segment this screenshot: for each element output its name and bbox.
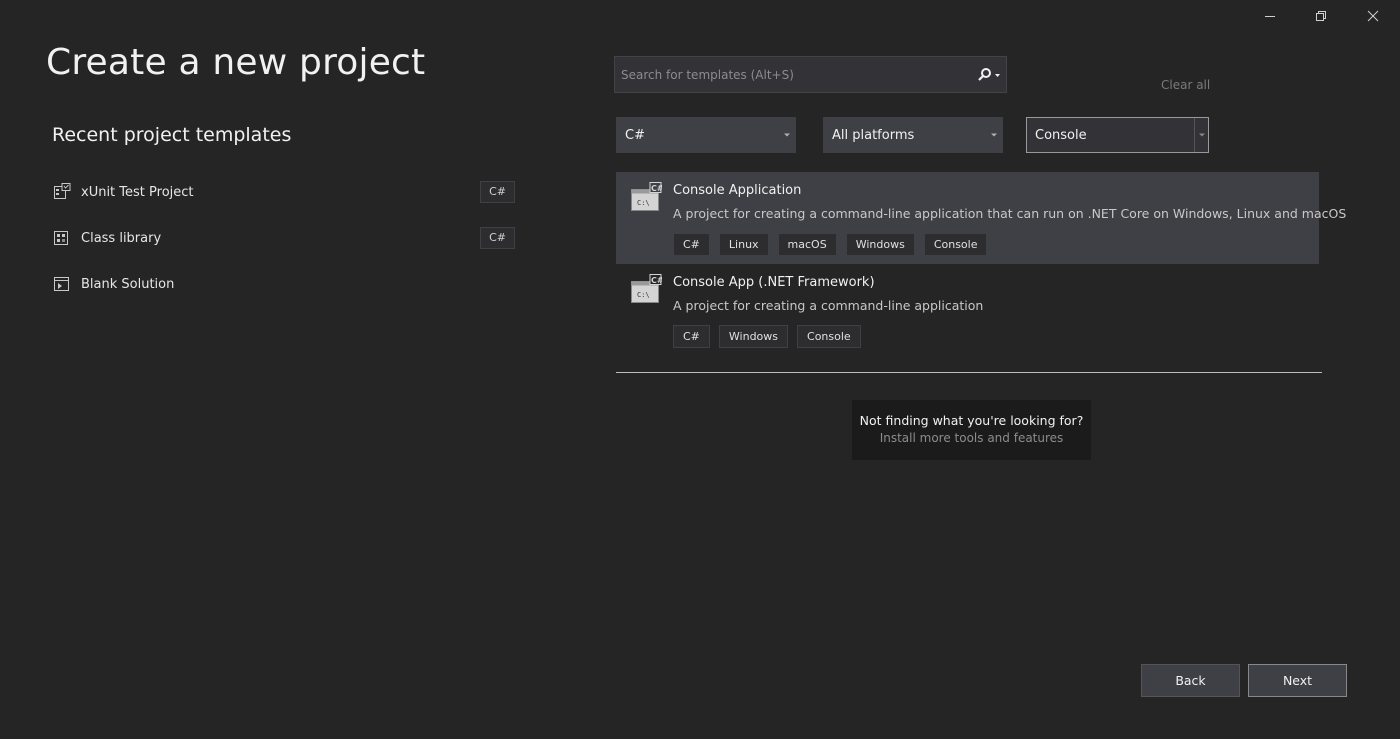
template-console-application[interactable]: C:\ C# Console Application A project for… xyxy=(616,172,1346,264)
recent-item-blank-solution[interactable]: Blank Solution xyxy=(52,269,515,299)
not-finding-panel: Not finding what you're looking for? Ins… xyxy=(852,400,1091,460)
recent-item-label: Blank Solution xyxy=(81,276,175,292)
recent-templates-heading: Recent project templates xyxy=(52,124,292,146)
svg-text:C:\: C:\ xyxy=(637,199,650,207)
console-app-icon: C:\ C# xyxy=(630,182,664,214)
search-button[interactable] xyxy=(972,57,1006,92)
template-tags: C# Linux macOS Windows Console xyxy=(673,233,988,256)
class-library-icon xyxy=(52,228,72,248)
template-description: A project for creating a command-line ap… xyxy=(673,298,984,313)
template-tag: Console xyxy=(923,233,988,256)
svg-text:C#: C# xyxy=(651,276,662,285)
template-tag: C# xyxy=(673,325,710,348)
recent-item-class-library[interactable]: Class library C# xyxy=(52,223,515,253)
template-tags: C# Windows Console xyxy=(673,325,861,348)
close-button[interactable] xyxy=(1350,0,1396,32)
install-more-tools-link[interactable]: Install more tools and features xyxy=(852,431,1091,445)
console-app-icon: C:\ C# xyxy=(630,274,664,306)
template-tag: C# xyxy=(673,233,710,256)
template-title: Console Application xyxy=(673,183,802,198)
not-finding-text: Not finding what you're looking for? xyxy=(859,413,1084,428)
restore-button[interactable] xyxy=(1298,0,1344,32)
recent-item-label: Class library xyxy=(81,230,162,246)
recent-item-label: xUnit Test Project xyxy=(81,184,194,200)
language-tag: C# xyxy=(480,181,515,203)
template-tag: macOS xyxy=(777,233,837,256)
language-tag: C# xyxy=(480,227,515,249)
language-filter-value: C# xyxy=(625,127,645,143)
back-button[interactable]: Back xyxy=(1141,664,1240,697)
chevron-down-icon xyxy=(779,118,795,152)
platform-filter-value: All platforms xyxy=(832,127,915,143)
template-console-app-net-framework[interactable]: C:\ C# Console App (.NET Framework) A pr… xyxy=(616,264,1319,356)
recent-item-xunit-test-project[interactable]: xUnit Test Project C# xyxy=(52,177,515,207)
minimize-button[interactable] xyxy=(1247,0,1293,32)
project-type-filter-value: Console xyxy=(1035,127,1087,143)
template-search-box xyxy=(614,56,1007,93)
svg-text:C#: C# xyxy=(651,184,662,193)
results-divider xyxy=(616,372,1322,373)
language-filter-dropdown[interactable]: C# xyxy=(616,117,796,153)
chevron-down-icon xyxy=(1194,118,1208,152)
chevron-down-icon xyxy=(986,118,1002,152)
template-description: A project for creating a command-line ap… xyxy=(673,206,1347,221)
close-icon xyxy=(1367,10,1379,22)
next-button[interactable]: Next xyxy=(1248,664,1347,697)
blank-solution-icon xyxy=(52,274,72,294)
clear-all-link[interactable]: Clear all xyxy=(1161,78,1210,92)
project-type-filter-dropdown[interactable]: Console xyxy=(1026,117,1209,153)
search-icon xyxy=(978,67,1000,81)
template-tag: Windows xyxy=(845,233,915,256)
restore-icon xyxy=(1316,11,1326,21)
search-input[interactable] xyxy=(615,57,972,92)
platform-filter-dropdown[interactable]: All platforms xyxy=(823,117,1003,153)
minimize-icon xyxy=(1265,16,1275,17)
svg-text:C:\: C:\ xyxy=(637,291,650,299)
template-tag: Windows xyxy=(718,325,789,348)
template-tag: Console xyxy=(797,325,861,348)
page-title: Create a new project xyxy=(46,42,426,83)
template-title: Console App (.NET Framework) xyxy=(673,275,875,290)
test-project-icon xyxy=(52,182,72,202)
template-tag: Linux xyxy=(718,233,769,256)
